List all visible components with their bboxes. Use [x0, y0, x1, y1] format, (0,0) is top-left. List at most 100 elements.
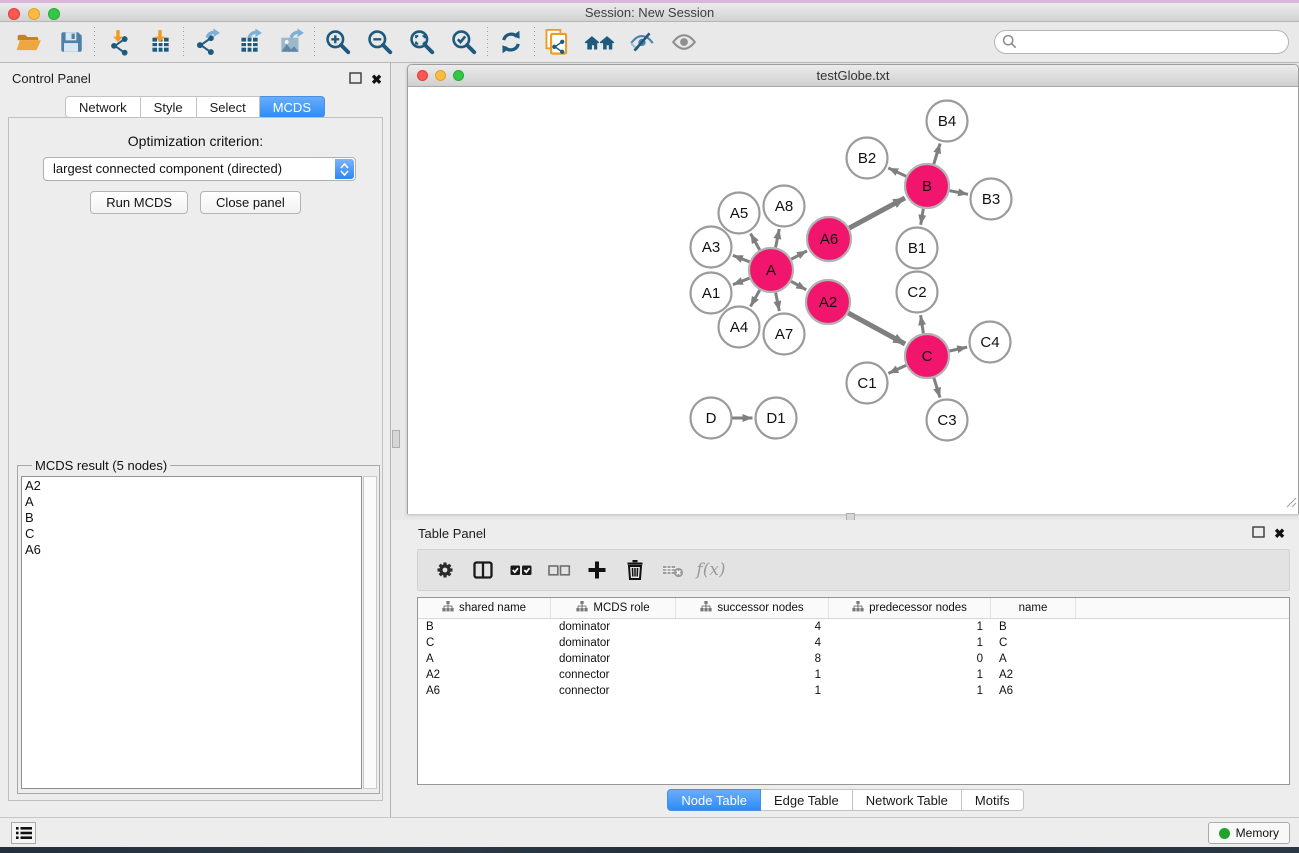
node-A7[interactable]: A7 — [764, 314, 805, 355]
edge-A-A5[interactable] — [751, 234, 760, 250]
settings-gear-icon[interactable] — [426, 553, 464, 587]
float-panel-icon[interactable] — [349, 71, 362, 89]
column-header-predecessor-nodes[interactable]: predecessor nodes — [829, 598, 991, 618]
result-item[interactable]: C — [25, 526, 358, 542]
table-cell[interactable]: dominator — [551, 635, 676, 651]
table-cell[interactable]: 1 — [829, 619, 991, 635]
result-item[interactable]: B — [25, 510, 358, 526]
tab-mcds[interactable]: MCDS — [260, 96, 325, 118]
result-list-scrollbar[interactable] — [363, 476, 377, 789]
table-cell[interactable]: 1 — [829, 635, 991, 651]
table-cell[interactable]: 0 — [829, 651, 991, 667]
tab-node-table[interactable]: Node Table — [667, 789, 761, 811]
table-cell[interactable]: B — [991, 619, 1076, 635]
network-window-titlebar[interactable]: testGlobe.txt — [408, 65, 1298, 87]
import-network-icon[interactable] — [97, 25, 139, 59]
delete-column-icon[interactable] — [616, 553, 654, 587]
edge-B-B2[interactable] — [888, 168, 906, 176]
select-all-icon[interactable] — [502, 553, 540, 587]
zoom-fit-icon[interactable] — [401, 25, 443, 59]
node-B[interactable]: B — [905, 164, 949, 208]
edge-A-A4[interactable] — [751, 290, 760, 306]
node-D[interactable]: D — [691, 398, 732, 439]
home-icon[interactable] — [579, 25, 621, 59]
table-cell[interactable]: 1 — [676, 683, 829, 699]
search-input[interactable] — [994, 30, 1289, 54]
table-row[interactable]: Cdominator41C — [418, 635, 1289, 651]
hide-details-icon[interactable] — [621, 25, 663, 59]
edge-C-C1[interactable] — [888, 365, 906, 373]
node-C3[interactable]: C3 — [927, 400, 968, 441]
close-panel-icon[interactable]: ✖ — [371, 74, 382, 86]
column-header-name[interactable]: name — [991, 598, 1076, 618]
column-header-successor-nodes[interactable]: successor nodes — [676, 598, 829, 618]
float-panel-icon[interactable] — [1252, 525, 1265, 543]
node-C4[interactable]: C4 — [970, 322, 1011, 363]
edge-A-A1[interactable] — [733, 278, 750, 284]
tab-motifs[interactable]: Motifs — [962, 789, 1024, 811]
node-C1[interactable]: C1 — [847, 363, 888, 404]
mcds-result-list[interactable]: A2ABCA6 — [21, 476, 362, 789]
table-cell[interactable]: dominator — [551, 651, 676, 667]
refresh-icon[interactable] — [490, 25, 532, 59]
table-cell[interactable]: connector — [551, 667, 676, 683]
table-cell[interactable]: A6 — [418, 683, 551, 699]
table-cell[interactable]: A2 — [418, 667, 551, 683]
export-network-icon[interactable] — [186, 25, 228, 59]
edge-C-C3[interactable] — [934, 378, 940, 398]
node-A1[interactable]: A1 — [691, 273, 732, 314]
add-column-icon[interactable] — [578, 553, 616, 587]
edge-A-A7[interactable] — [776, 293, 780, 312]
table-cell[interactable]: C — [418, 635, 551, 651]
table-row[interactable]: A2connector11A2 — [418, 667, 1289, 683]
node-A6[interactable]: A6 — [807, 217, 851, 261]
edge-B-B1[interactable] — [921, 209, 924, 225]
node-A4[interactable]: A4 — [719, 307, 760, 348]
zoom-in-icon[interactable] — [317, 25, 359, 59]
table-cell[interactable]: A — [418, 651, 551, 667]
titlebar[interactable]: Session: New Session — [0, 3, 1299, 22]
table-cell[interactable]: 4 — [676, 619, 829, 635]
edge-A-A6[interactable] — [791, 251, 807, 259]
edge-A2-C[interactable] — [848, 313, 905, 344]
column-header-MCDS-role[interactable]: MCDS role — [551, 598, 676, 618]
network-file-icon[interactable] — [537, 25, 579, 59]
edge-C-C4[interactable] — [950, 347, 968, 351]
table-cell[interactable]: A6 — [991, 683, 1076, 699]
node-D1[interactable]: D1 — [756, 398, 797, 439]
import-table-icon[interactable] — [139, 25, 181, 59]
edge-C-C2[interactable] — [921, 315, 924, 333]
table-row[interactable]: Bdominator41B — [418, 619, 1289, 635]
table-cell[interactable]: A — [991, 651, 1076, 667]
node-B3[interactable]: B3 — [971, 179, 1012, 220]
task-history-button[interactable] — [11, 822, 36, 844]
column-header-shared-name[interactable]: shared name — [418, 598, 551, 618]
network-graph[interactable]: B4 B2 B B3 A8 A5 A6 A3 B1 A C2 A1 A2 — [408, 88, 1298, 514]
node-C[interactable]: C — [905, 334, 949, 378]
tab-select[interactable]: Select — [197, 96, 260, 118]
table-cell[interactable]: 1 — [829, 683, 991, 699]
memory-button[interactable]: Memory — [1208, 822, 1290, 844]
edge-A-A8[interactable] — [776, 229, 780, 248]
node-B4[interactable]: B4 — [927, 101, 968, 142]
tab-edge-table[interactable]: Edge Table — [761, 789, 853, 811]
export-table-icon[interactable] — [228, 25, 270, 59]
save-icon[interactable] — [50, 25, 92, 59]
run-mcds-button[interactable]: Run MCDS — [90, 191, 188, 214]
table-cell[interactable]: B — [418, 619, 551, 635]
table-cell[interactable]: 8 — [676, 651, 829, 667]
edge-A-A2[interactable] — [791, 281, 806, 290]
result-item[interactable]: A2 — [25, 478, 358, 494]
table-cell[interactable]: A2 — [991, 667, 1076, 683]
node-A2[interactable]: A2 — [806, 280, 850, 324]
deselect-all-icon[interactable] — [540, 553, 578, 587]
open-folder-icon[interactable] — [8, 25, 50, 59]
table-cell[interactable]: 4 — [676, 635, 829, 651]
table-cell[interactable]: 1 — [676, 667, 829, 683]
table-row[interactable]: A6connector11A6 — [418, 683, 1289, 699]
edge-A6-B[interactable] — [849, 198, 905, 228]
result-item[interactable]: A — [25, 494, 358, 510]
table-cell[interactable]: C — [991, 635, 1076, 651]
zoom-selected-icon[interactable] — [443, 25, 485, 59]
table-mode-icon[interactable] — [464, 553, 502, 587]
